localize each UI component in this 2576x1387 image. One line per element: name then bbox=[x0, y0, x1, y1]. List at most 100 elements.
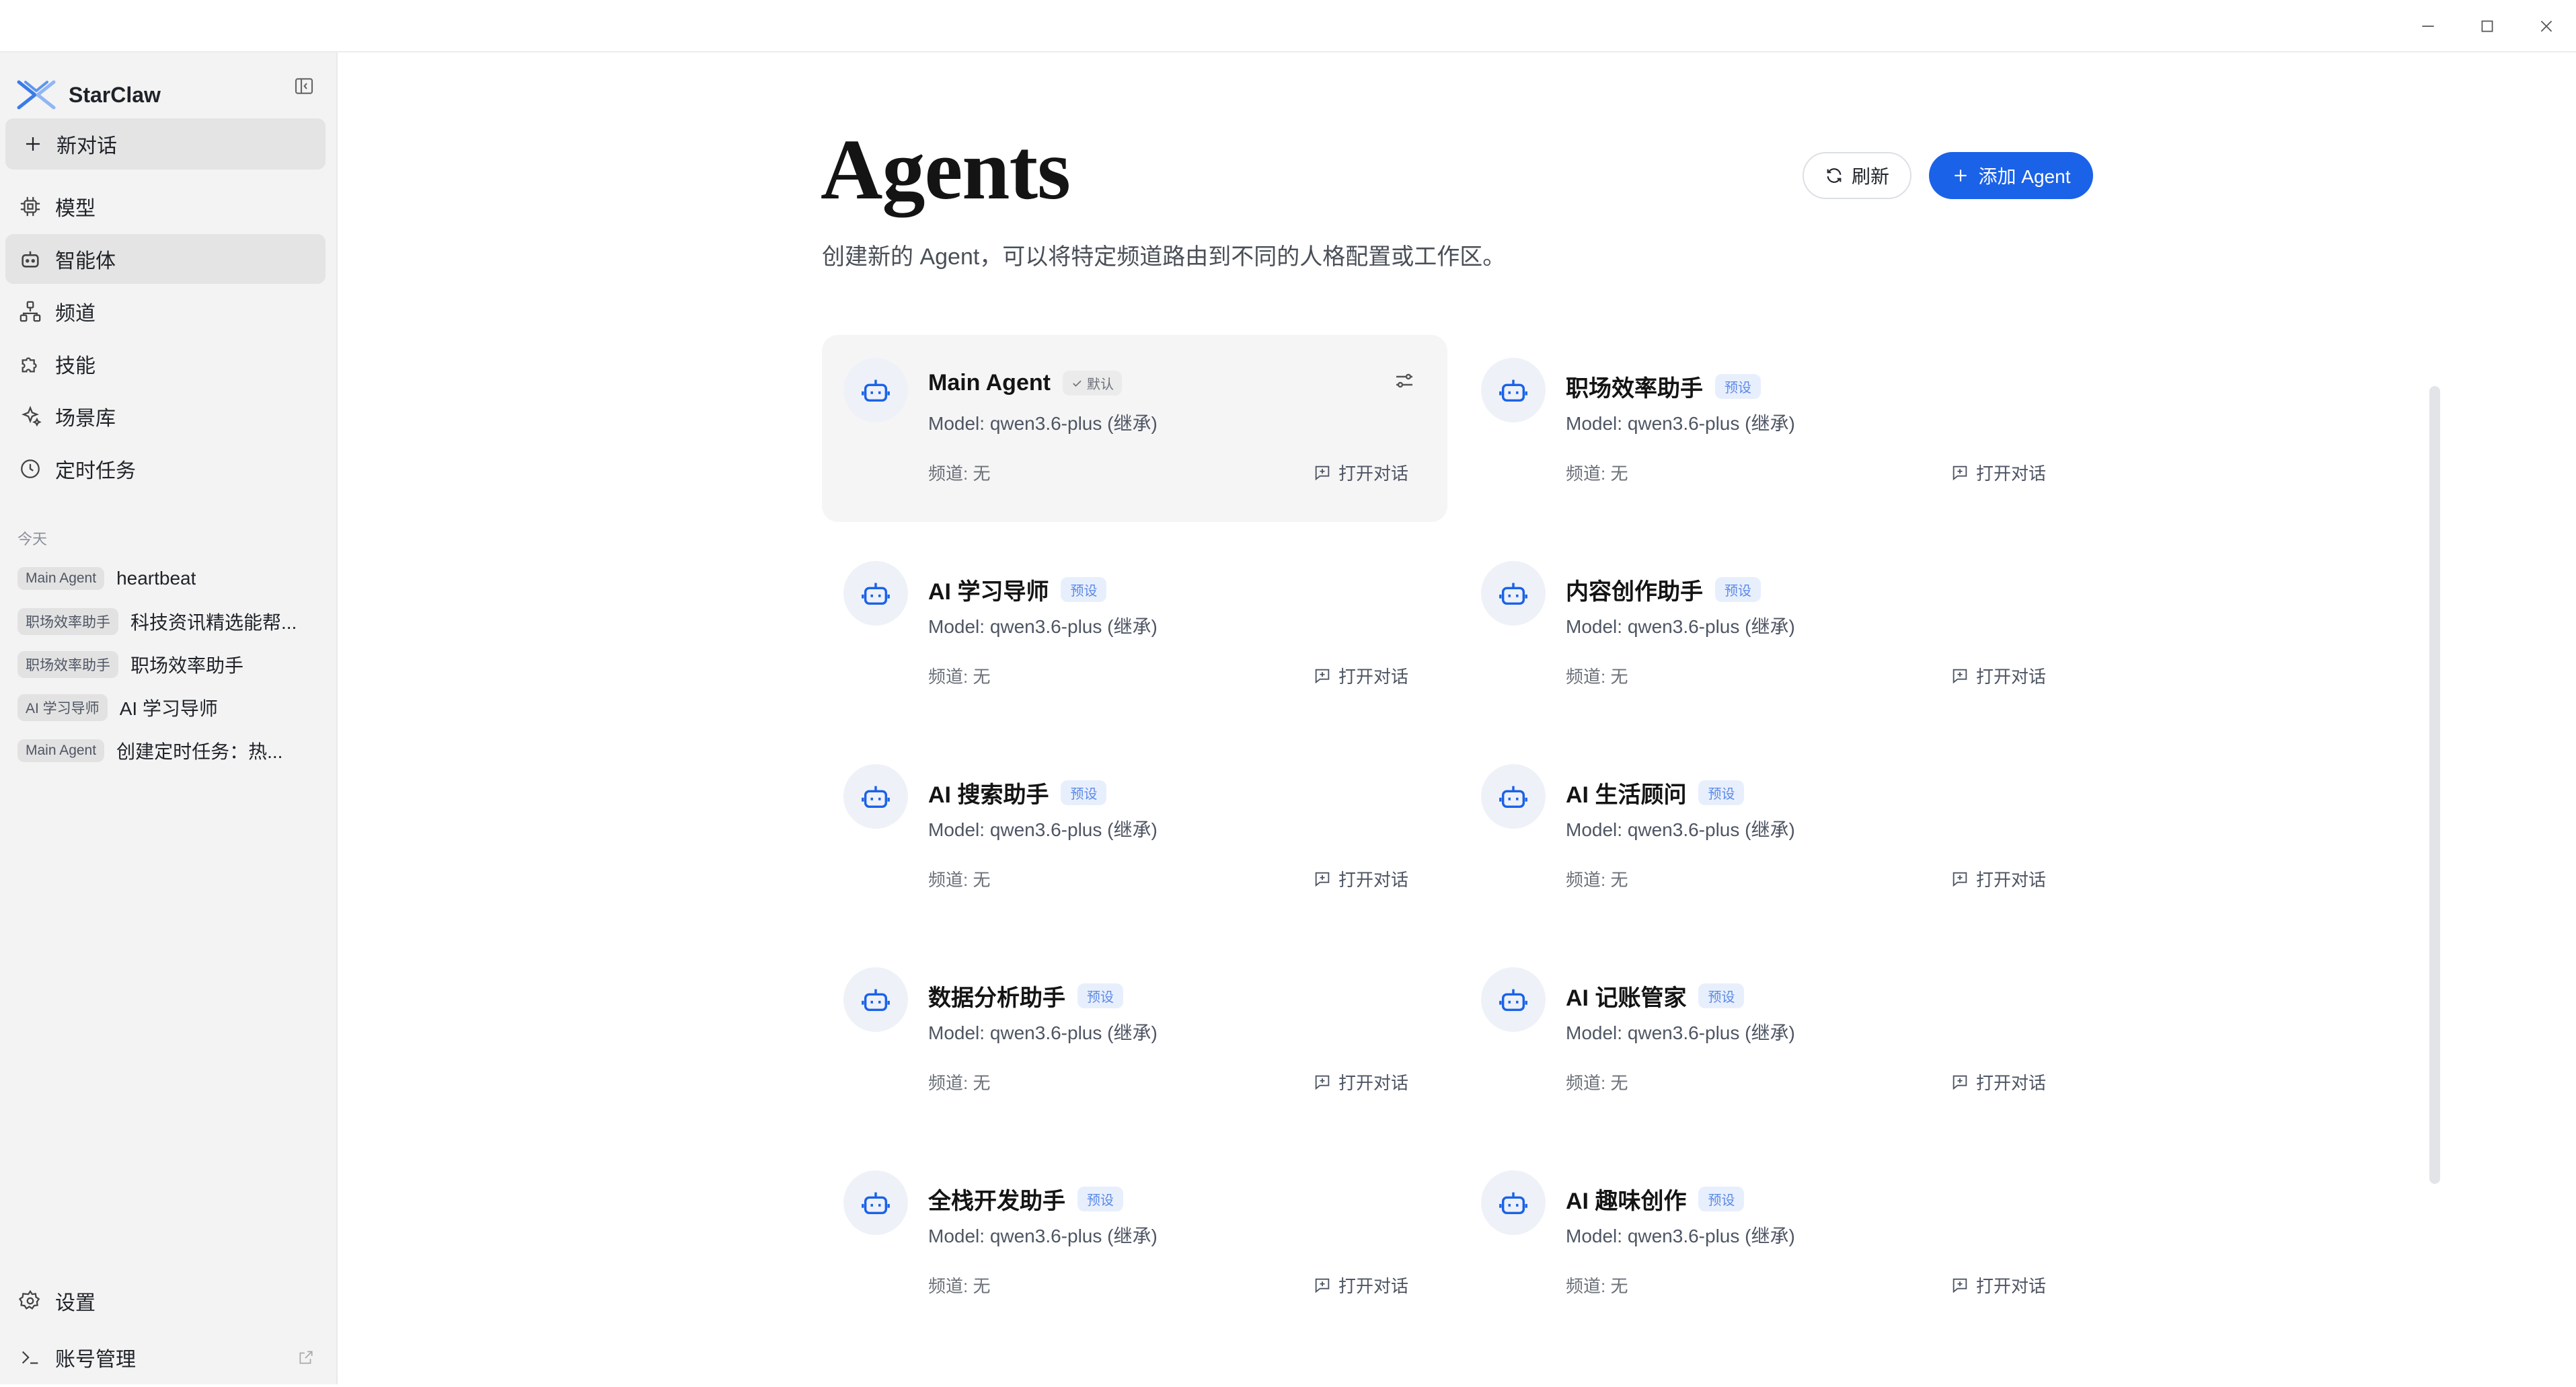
open-chat-button[interactable]: 打开对话 bbox=[1313, 866, 1408, 891]
external-link-icon bbox=[299, 1351, 313, 1364]
agent-channel: 频道: 无 bbox=[1566, 1073, 1628, 1093]
agent-model: Model: qwen3.6-plus (继承) bbox=[928, 819, 1158, 840]
preset-badge: 预设 bbox=[1077, 983, 1123, 1008]
agent-model: Model: qwen3.6-plus (继承) bbox=[1566, 819, 1795, 840]
agent-channel: 频道: 无 bbox=[1566, 667, 1628, 687]
sidebar-item-label: 模型 bbox=[55, 198, 96, 220]
open-chat-label: 打开对话 bbox=[1975, 667, 2046, 687]
history-item[interactable]: Main Agent 创建定时任务：热... bbox=[17, 729, 320, 772]
settings-label: 设置 bbox=[55, 1292, 96, 1314]
history-item[interactable]: 职场效率助手 职场效率助手 bbox=[17, 643, 320, 686]
chat-bubble-icon bbox=[1315, 669, 1330, 683]
robot-icon bbox=[1499, 583, 1527, 605]
agent-card[interactable]: 数据分析助手 预设 Model: qwen3.6-plus (继承) 频道: 无… bbox=[822, 944, 1447, 1131]
robot-icon bbox=[22, 251, 39, 268]
page-title: Agents bbox=[821, 122, 1071, 217]
agent-name: AI 生活顾问 bbox=[1566, 782, 1687, 808]
sidebar-collapse-icon bbox=[295, 78, 313, 94]
account-management-button[interactable]: 账号管理 bbox=[5, 1330, 326, 1384]
history-item[interactable]: 职场效率助手 科技资讯精选能帮... bbox=[17, 600, 320, 643]
robot-icon bbox=[1499, 786, 1527, 809]
agent-card[interactable]: 全栈开发助手 预设 Model: qwen3.6-plus (继承) 频道: 无… bbox=[822, 1148, 1447, 1335]
gear-icon bbox=[19, 1289, 40, 1310]
new-chat-button[interactable]: 新对话 bbox=[5, 118, 326, 170]
minimize-icon bbox=[2422, 26, 2434, 27]
chat-bubble-icon bbox=[1953, 669, 1967, 683]
agent-avatar bbox=[1481, 561, 1546, 626]
refresh-button[interactable]: 刷新 bbox=[1803, 152, 1911, 199]
open-chat-button[interactable]: 打开对话 bbox=[1313, 1273, 1408, 1298]
open-chat-button[interactable]: 打开对话 bbox=[1950, 866, 2046, 891]
agent-card[interactable]: AI 搜索助手 预设 Model: qwen3.6-plus (继承) 频道: … bbox=[822, 741, 1447, 928]
open-chat-button[interactable]: 打开对话 bbox=[1950, 1070, 2046, 1094]
agent-card[interactable]: AI 记账管家 预设 Model: qwen3.6-plus (继承) 频道: … bbox=[1460, 944, 2085, 1131]
agent-model: Model: qwen3.6-plus (继承) bbox=[1566, 1022, 1795, 1043]
scrollbar[interactable] bbox=[2429, 386, 2440, 1184]
history-section-label: 今天 bbox=[17, 531, 48, 548]
open-chat-label: 打开对话 bbox=[1338, 1276, 1408, 1296]
agent-card[interactable]: AI 趣味创作 预设 Model: qwen3.6-plus (继承) 频道: … bbox=[1460, 1148, 2085, 1335]
agent-card[interactable]: AI 学习导师 预设 Model: qwen3.6-plus (继承) 频道: … bbox=[822, 538, 1447, 725]
sliders-icon[interactable] bbox=[1392, 369, 1416, 393]
agent-channel: 频道: 无 bbox=[928, 1073, 991, 1093]
sidebar: StarClaw 新对话 模型 智能体 频道 技能 场景库 定时任务 今天 Ma… bbox=[0, 52, 338, 1384]
robot-icon bbox=[1499, 1192, 1527, 1215]
agent-name-row: AI 记账管家 预设 bbox=[1566, 979, 1745, 1012]
network-icon bbox=[20, 301, 41, 322]
chat-bubble-icon bbox=[1315, 465, 1330, 480]
close-icon bbox=[2540, 20, 2552, 32]
main-content: Agents 创建新的 Agent，可以将特定频道路由到不同的人格配置或工作区。… bbox=[339, 52, 2576, 1384]
agent-card[interactable]: AI 生活顾问 预设 Model: qwen3.6-plus (继承) 频道: … bbox=[1460, 741, 2085, 928]
brand: StarClaw bbox=[15, 71, 161, 118]
sidebar-item-label: 技能 bbox=[55, 355, 96, 377]
agent-model: Model: qwen3.6-plus (继承) bbox=[928, 413, 1158, 434]
agent-name-row: AI 学习导师 预设 bbox=[928, 573, 1107, 606]
maximize-button[interactable] bbox=[2458, 0, 2517, 52]
sidebar-item-skills[interactable]: 技能 bbox=[5, 339, 326, 389]
agent-channel: 频道: 无 bbox=[928, 870, 991, 890]
refresh-icon bbox=[1827, 168, 1842, 183]
open-chat-button[interactable]: 打开对话 bbox=[1950, 1273, 2046, 1298]
sidebar-item-scenes[interactable]: 场景库 bbox=[5, 391, 326, 441]
brand-name: StarClaw bbox=[69, 82, 161, 107]
agent-name-row: AI 搜索助手 预设 bbox=[928, 776, 1107, 809]
preset-badge: 预设 bbox=[1715, 374, 1761, 399]
agent-card[interactable]: 内容创作助手 预设 Model: qwen3.6-plus (继承) 频道: 无… bbox=[1460, 538, 2085, 725]
sidebar-item-models[interactable]: 模型 bbox=[5, 182, 326, 231]
chat-bubble-icon bbox=[1315, 872, 1330, 887]
history-title: heartbeat bbox=[116, 568, 196, 589]
preset-badge: 预设 bbox=[1077, 1187, 1123, 1211]
open-chat-label: 打开对话 bbox=[1975, 463, 2046, 484]
open-chat-button[interactable]: 打开对话 bbox=[1950, 460, 2046, 485]
open-chat-button[interactable]: 打开对话 bbox=[1313, 1070, 1408, 1094]
history-title: 科技资讯精选能帮... bbox=[130, 612, 297, 633]
open-chat-label: 打开对话 bbox=[1338, 667, 1408, 687]
agent-avatar bbox=[843, 1170, 908, 1235]
history-agent-tag: Main Agent bbox=[17, 739, 105, 762]
agent-channel: 频道: 无 bbox=[928, 667, 991, 687]
add-agent-button[interactable]: 添加 Agent bbox=[1929, 152, 2093, 199]
open-chat-button[interactable]: 打开对话 bbox=[1950, 663, 2046, 688]
sidebar-footer: 设置 账号管理 bbox=[5, 1274, 326, 1387]
default-badge-label: 默认 bbox=[1086, 377, 1114, 392]
sidebar-item-label: 频道 bbox=[55, 303, 96, 325]
history-item[interactable]: Main Agent heartbeat bbox=[17, 557, 320, 600]
agent-name-row: Main Agent 默认 bbox=[928, 370, 1122, 396]
open-chat-button[interactable]: 打开对话 bbox=[1313, 663, 1408, 688]
minimize-button[interactable] bbox=[2398, 0, 2458, 52]
close-button[interactable] bbox=[2517, 0, 2576, 52]
sidebar-item-agents[interactable]: 智能体 bbox=[5, 234, 326, 284]
history-title: 职场效率助手 bbox=[130, 655, 244, 676]
sidebar-item-channels[interactable]: 频道 bbox=[5, 287, 326, 336]
history-item[interactable]: AI 学习导师 AI 学习导师 bbox=[17, 686, 320, 729]
agent-card[interactable]: 职场效率助手 预设 Model: qwen3.6-plus (继承) 频道: 无… bbox=[1460, 335, 2085, 522]
agent-card[interactable]: Main Agent 默认 Model: qwen3.6-plus (继承) 频… bbox=[822, 335, 1447, 522]
collapse-sidebar-button[interactable] bbox=[288, 70, 320, 102]
preset-badge: 预设 bbox=[1698, 780, 1745, 805]
open-chat-button[interactable]: 打开对话 bbox=[1313, 460, 1408, 485]
settings-button[interactable]: 设置 bbox=[5, 1274, 326, 1328]
agent-name: 职场效率助手 bbox=[1566, 376, 1703, 402]
agent-channel: 频道: 无 bbox=[928, 463, 991, 484]
agent-name: AI 记账管家 bbox=[1566, 985, 1687, 1011]
sidebar-item-scheduled-tasks[interactable]: 定时任务 bbox=[5, 444, 326, 494]
